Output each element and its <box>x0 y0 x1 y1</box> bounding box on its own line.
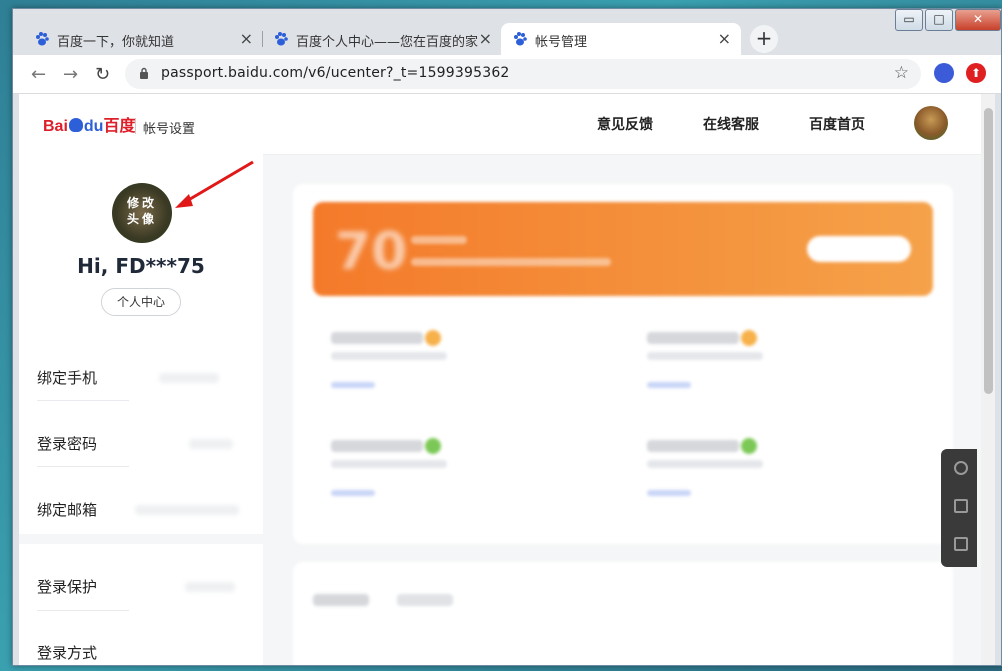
baidu-home-link[interactable]: 百度首页 <box>809 114 865 134</box>
item-title-blur <box>331 332 423 344</box>
item-desc-blur <box>647 352 763 360</box>
menu-item-login-password[interactable]: 登录密码 <box>37 433 131 455</box>
records-tab-blur[interactable] <box>397 594 453 606</box>
tab-strip: 百度一下，你就知道 × 百度个人中心——您在百度的家 × 帐号管理 × + <box>23 23 778 55</box>
menu-item-bind-email[interactable]: 绑定邮箱 <box>37 499 131 521</box>
close-tab-icon[interactable]: × <box>240 29 253 48</box>
status-badge <box>425 330 441 346</box>
security-item[interactable] <box>313 314 603 404</box>
header-avatar[interactable] <box>914 106 948 140</box>
tab-title: 百度一下，你就知道 <box>57 35 175 50</box>
menu-divider <box>37 400 129 401</box>
item-desc-blur <box>647 460 763 468</box>
menu-group-gap <box>19 534 263 544</box>
item-title-blur <box>647 332 739 344</box>
baidu-paw-icon <box>514 32 527 46</box>
watermark-logo-text: Bai 经验 <box>774 581 905 619</box>
browser-toolbar: ← → ↻ passport.baidu.com/v6/ucenter?_t=1… <box>13 55 1001 94</box>
lock-icon <box>140 67 148 79</box>
maximize-button[interactable]: □ <box>925 9 953 31</box>
status-badge <box>425 438 441 454</box>
banner-action-button[interactable] <box>807 236 911 262</box>
status-badge <box>741 438 757 454</box>
close-tab-icon[interactable]: × <box>718 29 731 48</box>
blurred-phone-value <box>159 373 219 383</box>
menu-item-login-method[interactable]: 登录方式 <box>37 642 131 664</box>
baidu-paw-icon <box>275 32 288 46</box>
tab-account-management[interactable]: 帐号管理 × <box>501 23 741 55</box>
security-item[interactable] <box>629 422 919 512</box>
minimize-button[interactable]: ▭ <box>895 9 923 31</box>
share-icon[interactable] <box>954 499 968 513</box>
item-link-blur <box>647 490 691 496</box>
back-arrow-icon[interactable]: ← <box>31 64 46 85</box>
bookmark-star-icon[interactable]: ☆ <box>894 63 909 83</box>
baidu-paw-icon <box>36 32 49 46</box>
close-tab-icon[interactable]: × <box>479 29 492 48</box>
blurred-email-value <box>135 505 239 515</box>
online-service-link[interactable]: 在线客服 <box>703 114 759 134</box>
feedback-link[interactable]: 意见反馈 <box>597 114 653 134</box>
annotation-arrow <box>175 160 254 208</box>
banner-desc-blur <box>411 258 611 266</box>
tab-baidu-home[interactable]: 百度一下，你就知道 × <box>23 23 263 55</box>
item-link-blur <box>647 382 691 388</box>
url-text: passport.baidu.com/v6/ucenter?_t=1599395… <box>161 65 510 81</box>
menu-item-bind-phone[interactable]: 绑定手机 <box>37 367 131 389</box>
tab-title: 百度个人中心——您在百度的家 <box>296 35 479 50</box>
clipboard-icon[interactable] <box>954 537 968 551</box>
jingyan-watermark: Bai 经验 jingyan.baidu.com <box>752 562 988 652</box>
security-item[interactable] <box>629 314 919 404</box>
security-item[interactable] <box>313 422 603 512</box>
item-title-blur <box>331 440 423 452</box>
security-card: 70 <box>293 184 953 544</box>
banner-title-blur <box>411 236 467 244</box>
item-desc-blur <box>331 352 447 360</box>
item-desc-blur <box>331 460 447 468</box>
window-controls: ▭ □ ✕ <box>895 9 1001 31</box>
security-score-banner: 70 <box>313 202 933 296</box>
extension-bird-icon[interactable] <box>934 63 954 83</box>
records-tab-blur[interactable] <box>313 594 369 606</box>
item-link-blur <box>331 382 375 388</box>
status-badge <box>741 330 757 346</box>
floating-tool-bar <box>941 449 977 567</box>
blurred-protection-value <box>185 582 235 592</box>
menu-divider <box>37 466 129 467</box>
reload-icon[interactable]: ↻ <box>95 64 110 85</box>
address-bar[interactable]: passport.baidu.com/v6/ucenter?_t=1599395… <box>125 59 921 89</box>
item-link-blur <box>331 490 375 496</box>
scrollbar-thumb[interactable] <box>984 108 993 394</box>
menu-item-login-protection[interactable]: 登录保护 <box>37 576 131 598</box>
item-title-blur <box>647 440 739 452</box>
new-tab-button[interactable]: + <box>750 25 778 53</box>
security-score: 70 <box>335 222 408 282</box>
forward-arrow-icon[interactable]: → <box>63 64 78 85</box>
help-icon[interactable] <box>954 461 968 475</box>
extension-upload-icon[interactable]: ⬆ <box>966 63 986 83</box>
tab-title: 帐号管理 <box>535 35 588 50</box>
watermark-url: jingyan.baidu.com <box>762 624 927 643</box>
menu-divider <box>37 610 129 611</box>
blurred-password-value <box>189 439 233 449</box>
tab-personal-center[interactable]: 百度个人中心——您在百度的家 × <box>262 23 502 55</box>
close-window-button[interactable]: ✕ <box>955 9 1001 31</box>
